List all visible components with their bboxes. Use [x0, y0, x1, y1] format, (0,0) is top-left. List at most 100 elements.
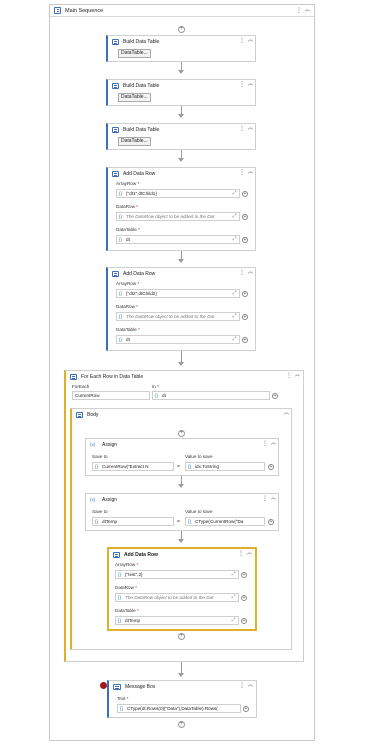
more-options-icon[interactable]: ⋮ [262, 441, 268, 447]
data-row-field[interactable]: {} The DataRow object to be added to the… [115, 593, 239, 602]
value-to-save-field[interactable]: {} CType(CurrentRow("Da [185, 517, 265, 526]
breakpoint-indicator[interactable] [100, 682, 107, 689]
collapse-icon[interactable]: ︽ [247, 551, 252, 556]
card-title: Assign [102, 496, 118, 503]
add-data-row-card[interactable]: Add Data Row ⋮ ︽ ArrayRow * {} {"dt2",dt… [106, 267, 256, 351]
in-field[interactable]: {} dt [152, 391, 270, 400]
expand-icon[interactable]: ⤢ [232, 291, 237, 296]
data-row-placeholder: The DataRow object to be added to the Da… [126, 314, 215, 319]
expression-icon: {} [95, 519, 99, 524]
more-options-icon[interactable]: ⋮ [239, 82, 245, 88]
add-icon[interactable]: + [242, 291, 248, 297]
more-options-icon[interactable]: ⋮ [239, 170, 245, 176]
expand-icon[interactable]: ⤢ [231, 595, 236, 600]
add-icon[interactable]: + [242, 214, 248, 220]
expression-icon: {} [119, 214, 123, 219]
add-activity-plus-icon[interactable]: + [178, 26, 185, 33]
add-icon[interactable]: + [268, 464, 274, 470]
add-data-row-selected-card[interactable]: Add Data Row ⋮ ︽ ArrayRow * {} {"test",2… [107, 547, 257, 631]
datatable-button[interactable]: DataTable... [118, 93, 151, 102]
collapse-icon[interactable]: ︽ [248, 683, 253, 688]
add-icon[interactable]: + [241, 595, 247, 601]
more-options-icon[interactable]: ⋮ [296, 8, 302, 14]
assign-card[interactable]: (x) Assign ⋮ ︽ Save to {} dtTemp = Value… [85, 493, 279, 531]
card-title: Build Data Table [123, 82, 160, 89]
array-row-value: {"dt1",dtChild1} [126, 191, 157, 196]
more-options-icon[interactable]: ⋮ [262, 496, 268, 502]
card-title: Add Data Row [124, 551, 158, 558]
build-data-table-card[interactable]: Build Data Table ⋮ ︽ DataTable... [106, 35, 256, 62]
data-row-field[interactable]: {} The DataRow object to be added to the… [116, 212, 240, 221]
data-row-placeholder: The DataRow object to be added to the Da… [126, 214, 215, 219]
data-row-field[interactable]: {} The DataRow object to be added to the… [116, 312, 240, 321]
connector-arrow [178, 114, 184, 118]
collapse-icon[interactable]: ︽ [271, 496, 276, 501]
value-to-save-field[interactable]: {} idx.ToString [185, 462, 265, 471]
assign-icon: (x) [90, 496, 96, 502]
add-icon[interactable]: + [243, 706, 249, 712]
more-options-icon[interactable]: ⋮ [239, 683, 245, 689]
add-icon[interactable]: + [268, 519, 274, 525]
main-sequence-header[interactable]: Main Sequence ⋮ ︽ [50, 5, 314, 17]
text-field[interactable]: {} CType(dt.Rows(0)("Data"),DataTable).R… [117, 704, 241, 713]
connector-arrow [178, 362, 184, 366]
add-data-row-card[interactable]: Add Data Row ⋮ ︽ ArrayRow * {} {"dt1",dt… [106, 167, 256, 251]
more-options-icon[interactable]: ⋮ [239, 38, 245, 44]
collapse-icon[interactable]: ︽ [305, 8, 310, 13]
expand-icon[interactable]: ⤢ [231, 618, 236, 623]
add-activity-plus-icon[interactable]: + [178, 633, 185, 640]
collapse-icon[interactable]: ︽ [248, 270, 253, 275]
array-row-field[interactable]: {} {"dt1",dtChild1} ⤢ [116, 189, 240, 198]
add-icon[interactable]: + [272, 393, 278, 399]
expand-icon[interactable]: ⤢ [232, 337, 237, 342]
collapse-icon[interactable]: ︽ [248, 38, 253, 43]
equals-sign: = [177, 519, 180, 525]
build-data-table-card[interactable]: Build Data Table ⋮ ︽ DataTable... [106, 79, 256, 106]
save-to-field[interactable]: {} dtTemp [92, 517, 174, 526]
add-activity-plus-icon[interactable]: + [178, 721, 185, 728]
expression-icon: {} [188, 464, 192, 469]
array-row-field[interactable]: {} {"dt2",dtChild2} ⤢ [116, 289, 240, 298]
card-title: Assign [102, 441, 118, 448]
data-table-field[interactable]: {} dtTemp ⤢ [115, 616, 239, 625]
expand-icon[interactable]: ⤢ [231, 572, 236, 577]
assign-card[interactable]: (x) Assign ⋮ ︽ Save to {} CurrentRow("Ex… [85, 438, 279, 476]
foreach-variable-field[interactable]: CurrentRow [72, 391, 150, 400]
collapse-icon[interactable]: ︽ [295, 373, 300, 378]
add-icon[interactable]: + [242, 237, 248, 243]
add-icon[interactable]: + [241, 572, 247, 578]
expand-icon[interactable]: ⤢ [232, 214, 237, 219]
add-icon[interactable]: + [241, 618, 247, 624]
more-options-icon[interactable]: ⋮ [239, 126, 245, 132]
datatable-button[interactable]: DataTable... [118, 49, 151, 58]
expand-icon[interactable]: ⤢ [232, 191, 237, 196]
collapse-icon[interactable]: ︽ [271, 441, 276, 446]
expression-icon: {} [118, 595, 122, 600]
expand-icon[interactable]: ⤢ [232, 314, 237, 319]
add-icon[interactable]: + [242, 191, 248, 197]
connector [181, 62, 182, 70]
data-table-value: dtTemp [125, 618, 141, 623]
add-activity-plus-icon[interactable]: + [178, 430, 185, 437]
collapse-icon[interactable]: ︽ [248, 82, 253, 87]
connector-arrow [178, 673, 184, 677]
expand-icon[interactable]: ⤢ [232, 237, 237, 242]
message-box-card[interactable]: Message Box ⋮ ︽ Text * {} CType(dt.Rows(… [107, 680, 257, 718]
collapse-icon[interactable]: ︽ [248, 126, 253, 131]
data-table-field[interactable]: {} dt ⤢ [116, 235, 240, 244]
save-to-field[interactable]: {} CurrentRow("Extract N [92, 462, 174, 471]
more-options-icon[interactable]: ⋮ [286, 373, 292, 379]
more-options-icon[interactable]: ⋮ [239, 270, 245, 276]
collapse-icon[interactable]: ︽ [248, 170, 253, 175]
collapse-icon[interactable]: ︽ [284, 411, 289, 416]
data-table-field[interactable]: {} dt ⤢ [116, 335, 240, 344]
array-row-label: ArrayRow * [116, 281, 140, 286]
add-icon[interactable]: + [242, 337, 248, 343]
connector-arrow [178, 259, 184, 263]
build-data-table-card[interactable]: Build Data Table ⋮ ︽ DataTable... [106, 123, 256, 150]
array-row-field[interactable]: {} {"test",2} ⤢ [115, 570, 239, 579]
more-options-icon[interactable]: ⋮ [238, 551, 244, 557]
add-icon[interactable]: + [242, 314, 248, 320]
datatable-button[interactable]: DataTable... [118, 137, 151, 146]
sequence-icon [54, 7, 61, 14]
